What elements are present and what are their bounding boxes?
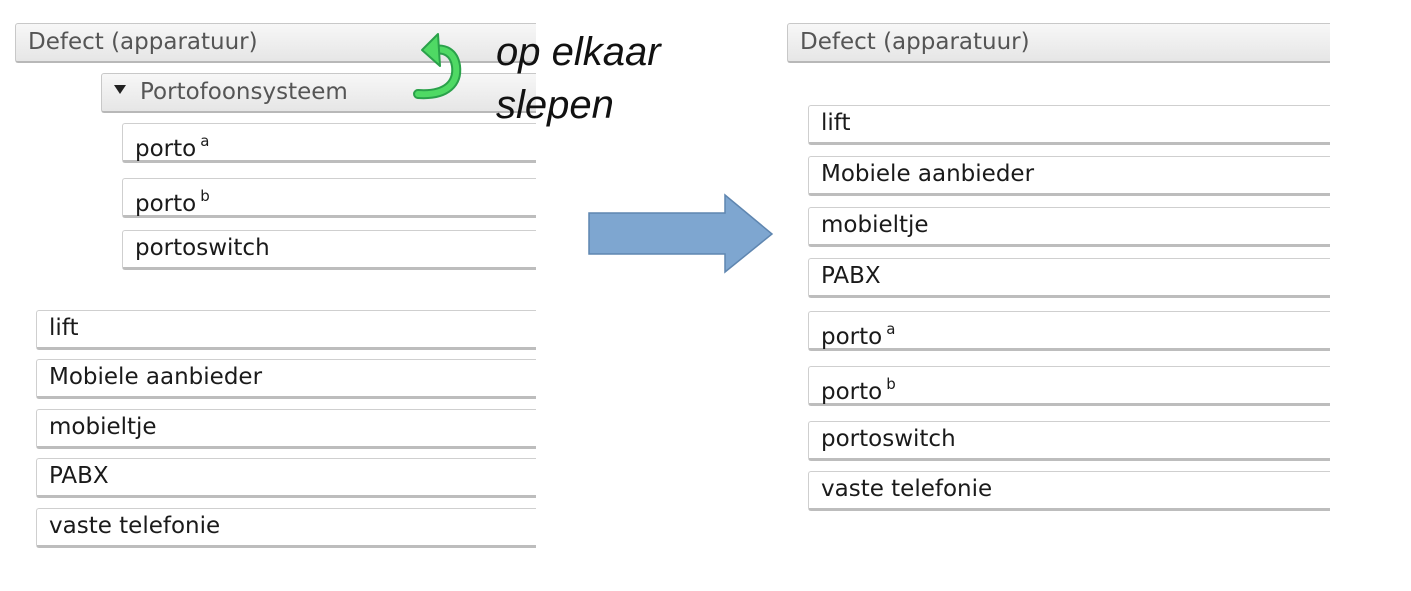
category-header[interactable]: Defect (apparatuur) <box>787 23 1330 63</box>
instruction-line-2: slepen <box>496 83 614 127</box>
list-item[interactable]: porto b <box>122 178 536 218</box>
right-arrow-icon <box>588 193 774 274</box>
category-label: Defect (apparatuur) <box>28 29 258 55</box>
list-item[interactable]: porto b <box>808 366 1330 406</box>
subcategory-label: Portofoonsysteem <box>140 79 348 105</box>
list-item[interactable]: vaste telefonie <box>36 508 536 548</box>
category-label: Defect (apparatuur) <box>800 29 1030 55</box>
list-item[interactable]: mobieltje <box>36 409 536 449</box>
after-panel: Defect (apparatuur) lift Mobiele aanbied… <box>786 0 1330 591</box>
list-item[interactable]: portoswitch <box>808 421 1330 461</box>
list-item[interactable]: lift <box>36 310 536 350</box>
list-item[interactable]: porto a <box>122 123 536 163</box>
list-item[interactable]: Mobiele aanbieder <box>36 359 536 399</box>
collapse-triangle-icon[interactable] <box>114 85 126 94</box>
drag-instruction: op elkaar slepen <box>496 26 661 132</box>
list-item[interactable]: porto a <box>808 311 1330 351</box>
list-item[interactable]: PABX <box>808 258 1330 298</box>
curved-arrow-icon <box>413 33 462 100</box>
list-item[interactable]: vaste telefonie <box>808 471 1330 511</box>
list-item[interactable]: mobieltje <box>808 207 1330 247</box>
before-panel: Defect (apparatuur) Portofoonsysteem por… <box>0 0 536 591</box>
list-item[interactable]: Mobiele aanbieder <box>808 156 1330 196</box>
list-item[interactable]: portoswitch <box>122 230 536 270</box>
list-item[interactable]: lift <box>808 105 1330 145</box>
list-item[interactable]: PABX <box>36 458 536 498</box>
instruction-line-1: op elkaar <box>496 30 661 74</box>
subcategory-header[interactable]: Portofoonsysteem <box>101 73 536 113</box>
